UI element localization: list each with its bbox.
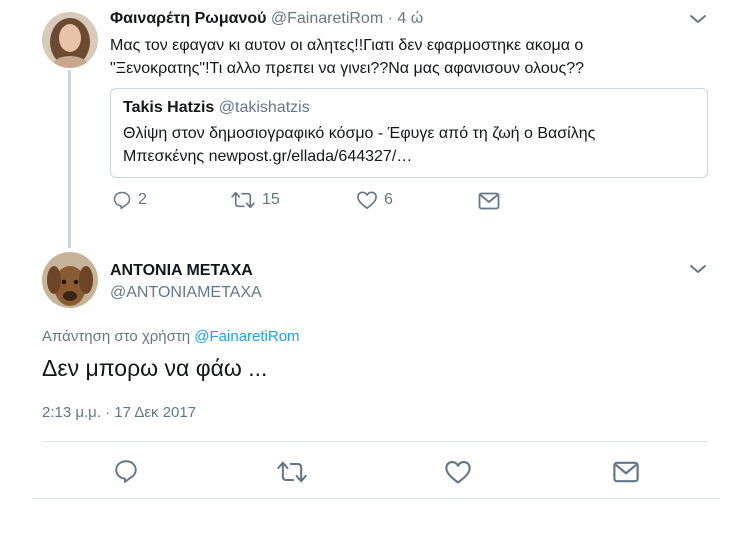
message-action-large[interactable] bbox=[612, 461, 640, 488]
like-icon bbox=[357, 191, 377, 209]
divider-top bbox=[42, 441, 708, 442]
message-icon bbox=[478, 192, 500, 210]
tweet-text-line-2: "Ξενοκρατης"!Τι αλλο πρεπει να γινει??Να… bbox=[110, 60, 585, 77]
like-icon bbox=[445, 461, 471, 484]
tweet-text-line-1: Μας τον εφαγαν κι αυτον οι αλητες!!Γιατι… bbox=[110, 37, 584, 54]
message-action[interactable] bbox=[478, 192, 500, 210]
like-action-large[interactable] bbox=[444, 459, 472, 490]
tweet-author-name[interactable]: Φαιναρέτη Ρωμανού bbox=[110, 10, 266, 27]
like-count: 6 bbox=[384, 191, 393, 208]
like-action[interactable]: 6 bbox=[356, 190, 393, 210]
chevron-down-icon bbox=[690, 265, 706, 273]
reply-timestamp[interactable]: 2:13 μ.μ. · 17 Δεκ 2017 bbox=[42, 404, 196, 421]
retweet-icon bbox=[277, 461, 307, 483]
quote-author-name: Takis Hatzis bbox=[123, 99, 215, 116]
tweet-menu-chevron[interactable] bbox=[688, 12, 708, 31]
reply-icon bbox=[113, 191, 131, 210]
reply-author-handle[interactable]: @ANTONIAMETAXA bbox=[110, 284, 262, 302]
avatar-antonia[interactable] bbox=[42, 252, 98, 308]
reply-author-name[interactable]: ANTONIA METAXA bbox=[110, 262, 262, 280]
reply-action[interactable]: 2 bbox=[112, 190, 147, 210]
replying-to: Απάντηση στο χρήστη @FainaretiRom bbox=[42, 328, 300, 345]
quoted-tweet-card[interactable]: Takis Hatzis @takishatzis Θλίψη στον δημ… bbox=[110, 88, 708, 178]
reply-menu-chevron[interactable] bbox=[688, 262, 708, 281]
quote-text-line-1: Θλίψη στον δημοσιογραφικό κόσμο - Έφυγε … bbox=[123, 125, 596, 142]
quote-text-line-2: Μπεσκένης newpost.gr/ellada/644327/… bbox=[123, 148, 413, 165]
reply-icon bbox=[115, 460, 137, 483]
retweet-action-large[interactable] bbox=[276, 459, 308, 490]
retweet-icon bbox=[231, 191, 255, 209]
time-separator: · bbox=[387, 10, 393, 27]
avatar-fainareti[interactable] bbox=[42, 12, 98, 68]
reply-action-large[interactable] bbox=[113, 458, 139, 489]
chevron-down-icon bbox=[690, 15, 706, 23]
tweet-time[interactable]: 4 ώ bbox=[397, 10, 423, 27]
retweet-count: 15 bbox=[262, 191, 280, 208]
tweet-text: Μας τον εφαγαν κι αυτον οι αλητες!!Γιατι… bbox=[110, 34, 710, 80]
replying-to-label: Απάντηση στο χρήστη bbox=[42, 328, 191, 345]
message-icon bbox=[613, 461, 639, 483]
thread-line bbox=[68, 70, 71, 248]
divider-bottom bbox=[32, 498, 720, 499]
tweet-author-handle[interactable]: @FainaretiRom bbox=[271, 10, 383, 27]
reply-text: Δεν μπορω να φάω ... bbox=[42, 355, 268, 381]
retweet-action[interactable]: 15 bbox=[230, 190, 280, 210]
replying-to-handle[interactable]: @FainaretiRom bbox=[194, 328, 299, 345]
quote-author-handle: @takishatzis bbox=[218, 99, 310, 116]
reply-count: 2 bbox=[138, 191, 147, 208]
